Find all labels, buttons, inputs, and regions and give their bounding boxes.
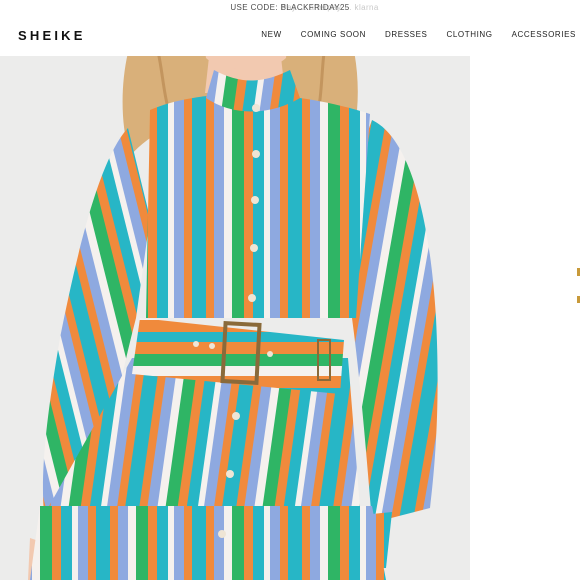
promo-text: USE CODE: BLACKFRIDAY25 — [230, 3, 350, 12]
model-dress-illustration — [0, 18, 470, 580]
product-details-panel — [470, 56, 580, 580]
nav-dresses[interactable]: DRESSES — [385, 30, 427, 39]
nav-clothing[interactable]: CLOTHING — [446, 30, 492, 39]
site-logo[interactable]: SHEIKE — [18, 28, 86, 43]
nav-accessories[interactable]: ACCESSORIES — [512, 30, 576, 39]
main-nav: NEW COMING SOON DRESSES CLOTHING ACCESSO… — [261, 30, 576, 39]
nav-coming-soon[interactable]: COMING SOON — [301, 30, 366, 39]
nav-new[interactable]: NEW — [261, 30, 281, 39]
hero-image[interactable] — [0, 18, 470, 580]
promo-bar: Pay ... afterpay ... klarna USE CODE: BL… — [0, 0, 580, 16]
site-header: SHEIKE NEW COMING SOON DRESSES CLOTHING … — [0, 16, 580, 56]
